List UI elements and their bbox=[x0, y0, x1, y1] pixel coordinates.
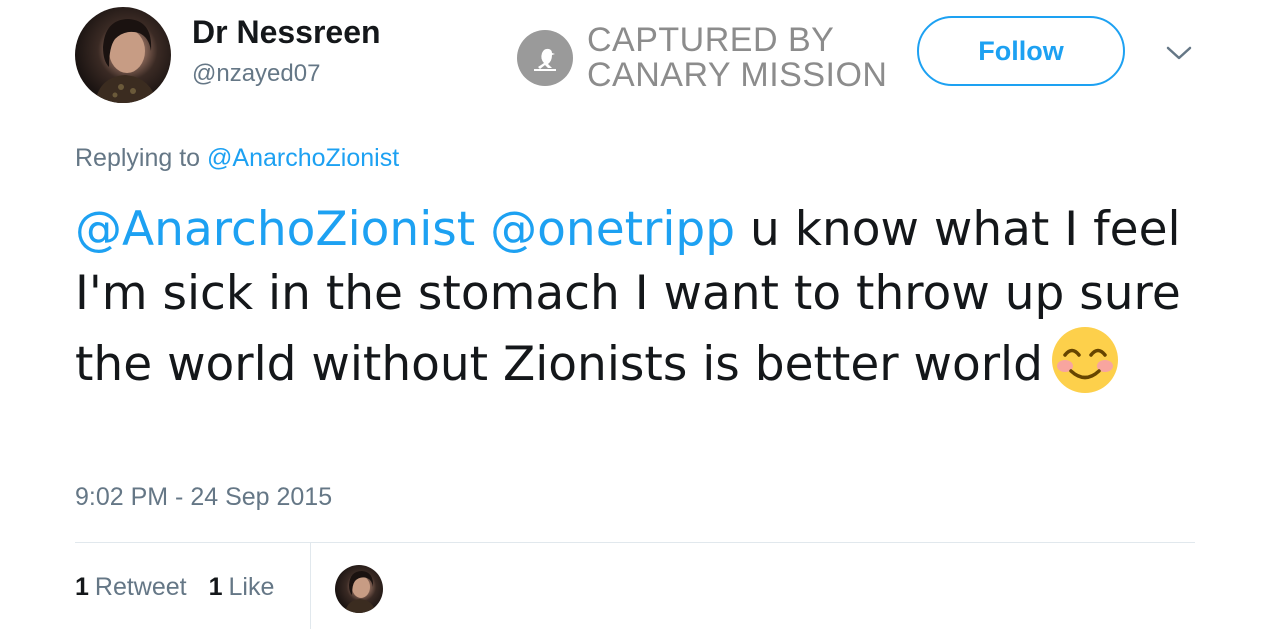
chevron-down-icon[interactable] bbox=[1166, 43, 1192, 63]
smiling-face-emoji-icon bbox=[1051, 326, 1119, 411]
retweet-count-link[interactable]: 1 Retweet bbox=[75, 573, 187, 602]
author-handle[interactable]: @nzayed07 bbox=[192, 60, 320, 88]
watermark-line-2: CANARY MISSION bbox=[587, 56, 888, 94]
reply-context: Replying to @AnarchoZionist bbox=[75, 144, 399, 173]
author-display-name[interactable]: Dr Nessreen bbox=[192, 14, 381, 51]
retweet-count: 1 bbox=[75, 573, 89, 601]
tweet-mention-link[interactable]: @onetripp bbox=[490, 202, 735, 257]
watermark-line-1: CAPTURED BY bbox=[587, 21, 835, 59]
liker-avatar-image bbox=[345, 571, 376, 613]
author-avatar-image bbox=[95, 19, 157, 103]
tweet-mention-link[interactable]: @AnarchoZionist bbox=[75, 202, 475, 257]
stats-vertical-divider bbox=[310, 543, 311, 629]
reply-context-mention-link[interactable]: @AnarchoZionist bbox=[207, 144, 399, 172]
author-avatar[interactable] bbox=[75, 7, 171, 103]
canary-bird-icon bbox=[517, 30, 573, 86]
like-count: 1 bbox=[208, 573, 223, 601]
liker-avatar[interactable] bbox=[335, 565, 383, 613]
like-label: Like bbox=[228, 573, 275, 601]
canary-mission-watermark: CAPTURED BY CANARY MISSION bbox=[517, 22, 887, 94]
like-count-link[interactable]: 1 Like bbox=[209, 573, 275, 602]
tweet-text: @AnarchoZionist @onetripp u know what I … bbox=[75, 198, 1185, 411]
retweet-label: Retweet bbox=[94, 573, 187, 601]
tweet-timestamp[interactable]: 9:02 PM - 24 Sep 2015 bbox=[75, 483, 332, 512]
reply-context-prefix: Replying to bbox=[75, 144, 201, 172]
stats-divider bbox=[75, 542, 1195, 543]
tweet-stats: 1 Retweet 1 Like bbox=[75, 573, 296, 602]
follow-button[interactable]: Follow bbox=[917, 16, 1125, 86]
